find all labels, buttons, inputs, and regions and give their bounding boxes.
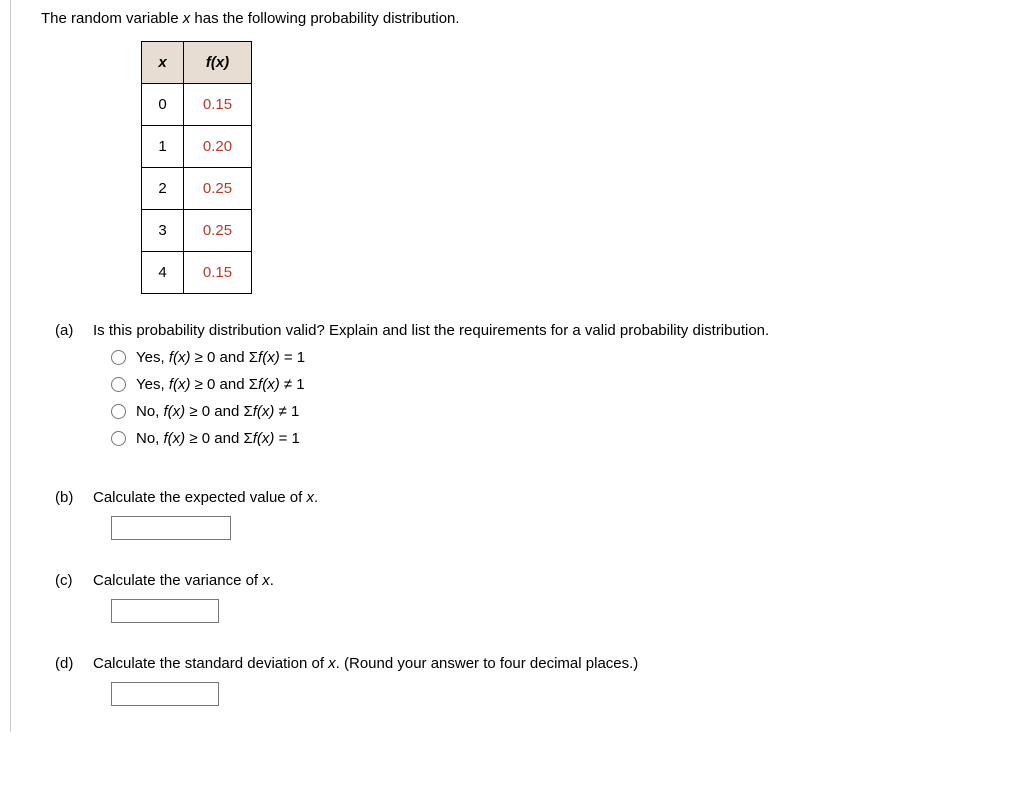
part-d-body: Calculate the standard deviation of x. (… xyxy=(93,655,1011,706)
choice-post: = 1 xyxy=(280,349,305,366)
choice-fx: f(x) xyxy=(164,430,186,447)
choice-pre: Yes, xyxy=(136,349,169,366)
table-row: 3 0.25 xyxy=(142,210,252,252)
text-post: . xyxy=(314,489,318,506)
cell-fx: 0.15 xyxy=(184,84,252,126)
header-x: x xyxy=(158,54,166,71)
radio-choice-2[interactable] xyxy=(111,377,126,392)
part-a-text: Is this probability distribution valid? … xyxy=(93,322,1011,339)
choice-pre: No, xyxy=(136,430,164,447)
cell-fx: 0.15 xyxy=(184,252,252,294)
part-b-text: Calculate the expected value of x. xyxy=(93,489,1011,506)
choice-post: ≠ 1 xyxy=(280,376,305,393)
cell-x: 2 xyxy=(142,168,184,210)
expected-value-input[interactable] xyxy=(111,516,231,540)
question-page: The random variable x has the following … xyxy=(10,0,1011,732)
table-row: 4 0.15 xyxy=(142,252,252,294)
choice-fx2: f(x) xyxy=(253,403,275,420)
text-var: x xyxy=(262,572,270,589)
text-pre: Calculate the expected value of xyxy=(93,489,306,506)
choice-fx2: f(x) xyxy=(258,349,280,366)
choice-mid: ≥ 0 and Σ xyxy=(185,430,253,447)
choice-2[interactable]: Yes, f(x) ≥ 0 and Σf(x) ≠ 1 xyxy=(111,376,1011,393)
text-var: x xyxy=(328,655,336,672)
text-post: . xyxy=(270,572,274,589)
choice-fx2: f(x) xyxy=(258,376,280,393)
choice-text: Yes, f(x) ≥ 0 and Σf(x) ≠ 1 xyxy=(136,376,305,393)
header-fx: f(x) xyxy=(206,54,229,71)
choice-fx: f(x) xyxy=(164,403,186,420)
part-c: (c) Calculate the variance of x. xyxy=(55,572,1011,623)
text-pre: Calculate the standard deviation of xyxy=(93,655,328,672)
part-b-body: Calculate the expected value of x. xyxy=(93,489,1011,540)
choice-fx2: f(x) xyxy=(253,430,275,447)
variance-input[interactable] xyxy=(111,599,219,623)
part-d-text: Calculate the standard deviation of x. (… xyxy=(93,655,1011,672)
distribution-table: x f(x) 0 0.15 1 0.20 2 0.25 3 0.25 4 0.1… xyxy=(141,41,252,294)
intro-text: The random variable x has the following … xyxy=(41,10,1011,27)
radio-choice-1[interactable] xyxy=(111,350,126,365)
text-post: . (Round your answer to four decimal pla… xyxy=(336,655,639,672)
cell-fx: 0.25 xyxy=(184,168,252,210)
choice-pre: Yes, xyxy=(136,376,169,393)
cell-x: 0 xyxy=(142,84,184,126)
choice-mid: ≥ 0 and Σ xyxy=(185,403,253,420)
choice-3[interactable]: No, f(x) ≥ 0 and Σf(x) ≠ 1 xyxy=(111,403,1011,420)
part-c-text: Calculate the variance of x. xyxy=(93,572,1011,589)
table-row: 1 0.20 xyxy=(142,126,252,168)
cell-x: 3 xyxy=(142,210,184,252)
intro-pre: The random variable xyxy=(41,10,183,27)
cell-x: 1 xyxy=(142,126,184,168)
cell-x: 4 xyxy=(142,252,184,294)
part-a: (a) Is this probability distribution val… xyxy=(55,322,1011,457)
stddev-input[interactable] xyxy=(111,682,219,706)
choice-1[interactable]: Yes, f(x) ≥ 0 and Σf(x) = 1 xyxy=(111,349,1011,366)
choice-text: No, f(x) ≥ 0 and Σf(x) ≠ 1 xyxy=(136,403,299,420)
cell-fx: 0.20 xyxy=(184,126,252,168)
choice-fx: f(x) xyxy=(169,349,191,366)
choice-4[interactable]: No, f(x) ≥ 0 and Σf(x) = 1 xyxy=(111,430,1011,447)
table-row: 2 0.25 xyxy=(142,168,252,210)
table-header-row: x f(x) xyxy=(142,42,252,84)
part-a-body: Is this probability distribution valid? … xyxy=(93,322,1011,457)
part-a-label: (a) xyxy=(55,322,93,339)
part-c-label: (c) xyxy=(55,572,93,589)
choice-mid: ≥ 0 and Σ xyxy=(190,376,258,393)
choice-post: ≠ 1 xyxy=(274,403,299,420)
radio-choice-4[interactable] xyxy=(111,431,126,446)
choice-fx: f(x) xyxy=(169,376,191,393)
part-b-label: (b) xyxy=(55,489,93,506)
part-d-label: (d) xyxy=(55,655,93,672)
choice-post: = 1 xyxy=(274,430,299,447)
choice-mid: ≥ 0 and Σ xyxy=(190,349,258,366)
cell-fx: 0.25 xyxy=(184,210,252,252)
choice-text: Yes, f(x) ≥ 0 and Σf(x) = 1 xyxy=(136,349,305,366)
table-row: 0 0.15 xyxy=(142,84,252,126)
part-b: (b) Calculate the expected value of x. xyxy=(55,489,1011,540)
text-pre: Calculate the variance of xyxy=(93,572,262,589)
choice-text: No, f(x) ≥ 0 and Σf(x) = 1 xyxy=(136,430,300,447)
intro-post: has the following probability distributi… xyxy=(190,10,459,27)
text-var: x xyxy=(306,489,314,506)
part-d: (d) Calculate the standard deviation of … xyxy=(55,655,1011,706)
radio-choice-3[interactable] xyxy=(111,404,126,419)
part-c-body: Calculate the variance of x. xyxy=(93,572,1011,623)
choice-pre: No, xyxy=(136,403,164,420)
